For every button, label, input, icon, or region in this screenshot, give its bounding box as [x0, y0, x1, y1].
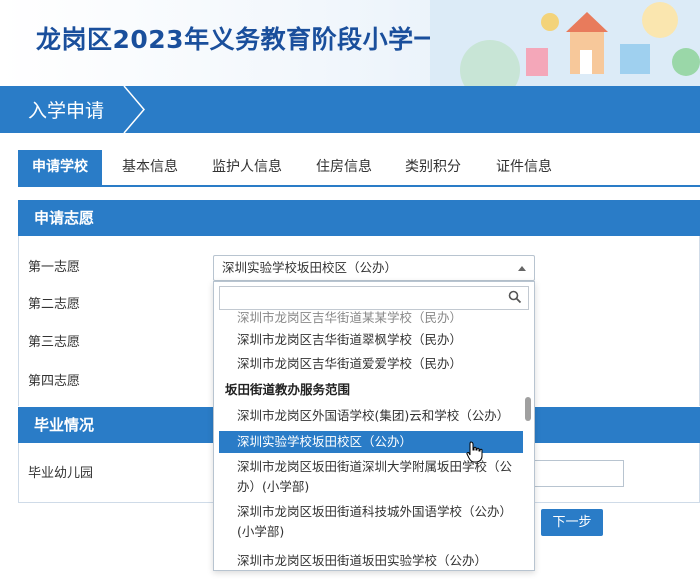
dropdown-option[interactable]: 深圳市龙岗区坂田街道科技城外国语学校（公办）(小学部) [219, 502, 523, 542]
tab-bar: 申请学校 基本信息 监护人信息 住房信息 类别积分 证件信息 [18, 150, 700, 187]
label-kindergarten: 毕业幼儿园 [28, 466, 94, 481]
dropdown-option[interactable]: 深圳市龙岗区坂田街道深圳大学附属坂田学校（公办）(小学部) [219, 457, 523, 497]
section-header-preferences: 申请志愿 [18, 200, 700, 236]
search-icon [508, 290, 522, 304]
hand-cursor-icon [466, 441, 483, 463]
page-header: 龙岗区2023年义务教育阶段小学一年级网上报名系统 [0, 0, 700, 86]
tab-category-points[interactable]: 类别积分 [405, 150, 461, 185]
kindergarten-input[interactable] [534, 460, 624, 487]
dropdown-scrollbar[interactable] [525, 397, 531, 421]
caret-up-icon [518, 266, 526, 271]
section-title: 毕业情况 [34, 416, 95, 434]
dropdown-option[interactable]: 深圳市龙岗区坂田街道坂田实验学校（公办） [219, 550, 523, 570]
label-choice-4: 第四志愿 [28, 374, 81, 389]
next-step-button[interactable]: 下一步 [541, 509, 603, 536]
choice-1-dropdown: 深圳市龙岗区吉华街道某某学校（民办） 深圳市龙岗区吉华街道翠枫学校（民办） 深圳… [213, 281, 535, 571]
chevron-right-icon [123, 86, 145, 133]
breadcrumb-band [0, 86, 700, 133]
tab-housing-info[interactable]: 住房信息 [316, 150, 372, 185]
tab-document-info[interactable]: 证件信息 [496, 150, 552, 185]
label-choice-2: 第二志愿 [28, 297, 81, 312]
tab-basic-info[interactable]: 基本信息 [122, 150, 178, 185]
header-illustration [430, 0, 700, 86]
selected-value: 深圳实验学校坂田校区（公办） [222, 260, 398, 275]
dropdown-option[interactable]: 深圳市龙岗区外国语学校(集团)云和学校（公办） [219, 405, 523, 427]
section-title: 申请志愿 [34, 209, 95, 227]
label-choice-3: 第三志愿 [28, 335, 81, 350]
tab-apply-school[interactable]: 申请学校 [18, 150, 102, 185]
dropdown-option[interactable]: 深圳市龙岗区吉华街道翠枫学校（民办） [219, 329, 523, 351]
choice-1-select[interactable]: 深圳实验学校坂田校区（公办） [213, 255, 535, 281]
dropdown-option[interactable]: 深圳市龙岗区吉华街道某某学校（民办） [219, 307, 523, 329]
tab-guardian-info[interactable]: 监护人信息 [212, 150, 282, 185]
dropdown-option[interactable]: 深圳市龙岗区吉华街道爱爱学校（民办） [219, 353, 523, 375]
label-choice-1: 第一志愿 [28, 260, 81, 275]
page-title: 入学申请 [28, 100, 105, 122]
dropdown-group-label: 坂田街道教办服务范围 [225, 382, 351, 397]
